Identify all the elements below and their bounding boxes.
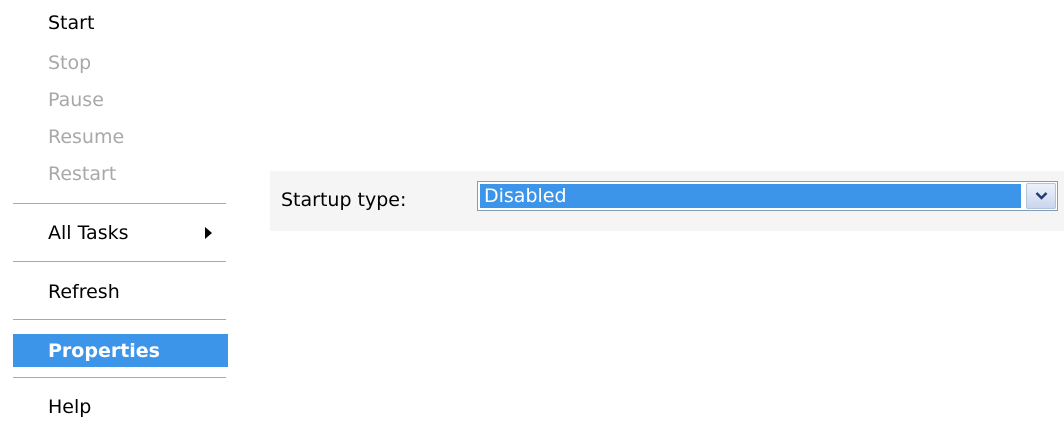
menu-separator [13, 261, 226, 262]
menu-item-resume: Resume [48, 126, 125, 148]
chevron-right-icon [205, 227, 212, 239]
menu-separator [13, 203, 226, 204]
menu-item-help[interactable]: Help [48, 395, 91, 419]
startup-type-value[interactable]: Disabled [480, 184, 1021, 208]
menu-item-start[interactable]: Start [48, 11, 94, 35]
dropdown-button[interactable] [1026, 183, 1056, 209]
properties-panel: Startup type: Disabled [270, 171, 1064, 231]
startup-type-label: Startup type: [281, 189, 407, 211]
chevron-down-icon [1035, 192, 1048, 200]
menu-separator [13, 319, 226, 320]
menu-item-all-tasks[interactable]: All Tasks [48, 221, 129, 245]
menu-item-pause: Pause [48, 89, 104, 111]
context-menu: Start Stop Pause Resume Restart All Task… [0, 0, 232, 427]
menu-separator [13, 377, 226, 378]
menu-item-restart: Restart [48, 163, 117, 185]
menu-item-stop: Stop [48, 52, 92, 74]
screen: Start Stop Pause Resume Restart All Task… [0, 0, 1064, 427]
startup-type-select[interactable]: Disabled [477, 181, 1058, 211]
menu-item-properties-label: Properties [48, 340, 160, 362]
menu-item-refresh[interactable]: Refresh [48, 280, 120, 304]
menu-item-properties[interactable]: Properties [13, 334, 228, 367]
